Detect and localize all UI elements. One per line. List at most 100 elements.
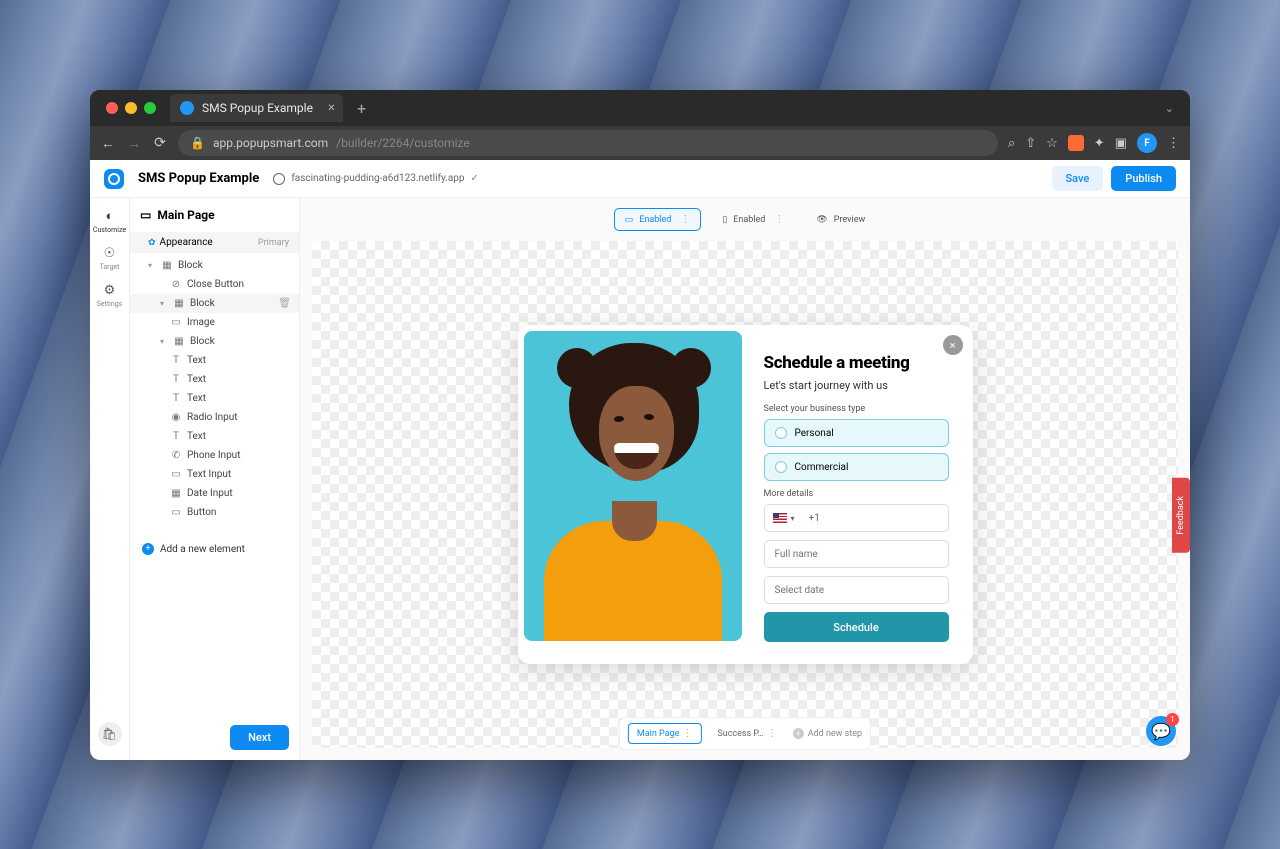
desktop-toggle[interactable]: ▭Enabled⋮ — [614, 208, 702, 231]
window-maximize[interactable] — [144, 102, 156, 114]
image-icon: ▭ — [170, 317, 182, 328]
header-actions: Save Publish — [1052, 166, 1177, 191]
window-minimize[interactable] — [125, 102, 137, 114]
popup-image[interactable] — [524, 331, 742, 641]
add-step-button[interactable]: +Add new step — [793, 728, 862, 739]
chevron-down-icon: ▾ — [148, 261, 156, 270]
tree-radio-input[interactable]: ◉Radio Input — [130, 408, 299, 427]
canvas: ▭Enabled⋮ ▯Enabled⋮ 👁Preview × — [300, 198, 1190, 760]
rail-settings[interactable]: ⚙ Settings — [97, 283, 123, 308]
plus-icon: + — [793, 728, 804, 739]
url-field[interactable]: 🔒 app.popupsmart.com/builder/2264/custom… — [178, 130, 998, 156]
add-element-button[interactable]: + Add a new element — [130, 533, 299, 565]
step-nav: Main Page⋮ Success P…⋮ +Add new step — [619, 717, 871, 750]
forward-icon[interactable]: → — [126, 135, 142, 152]
tree-block[interactable]: ▾▦Block — [130, 256, 299, 275]
settings-icon: ⚙ — [104, 283, 116, 298]
block-icon: ▦ — [173, 336, 185, 347]
url-host: app.popupsmart.com — [213, 136, 328, 150]
menu-icon[interactable]: ⋮ — [1167, 136, 1180, 151]
tree-text[interactable]: TText — [130, 427, 299, 446]
phone-input[interactable]: ▾ — [764, 504, 949, 532]
chevron-down-icon: ▾ — [791, 514, 795, 523]
tree-block[interactable]: ▾▦Block — [130, 332, 299, 351]
person-photo — [524, 331, 742, 641]
chevron-down-icon: ▾ — [160, 299, 168, 308]
rail-target[interactable]: ☉ Target — [100, 246, 120, 271]
popup-subtitle: Let's start journey with us — [764, 379, 949, 392]
tree-text[interactable]: TText — [130, 370, 299, 389]
tree-phone-input[interactable]: ✆Phone Input — [130, 446, 299, 465]
search-icon[interactable]: ⌕ — [1008, 136, 1015, 151]
phone-prefix[interactable] — [803, 513, 948, 524]
tree-date-input[interactable]: ▦Date Input — [130, 484, 299, 503]
extension-icon[interactable] — [1068, 135, 1084, 151]
tabs-dropdown-icon[interactable]: ⌄ — [1159, 102, 1180, 115]
tree-text-input[interactable]: ▭Text Input — [130, 465, 299, 484]
rail-customize-label: Customize — [93, 226, 126, 234]
tree-button[interactable]: ▭Button — [130, 503, 299, 522]
target-icon: ☉ — [104, 246, 116, 261]
chat-button[interactable]: 💬 1 — [1146, 716, 1176, 746]
app-header: SMS Popup Example fascinating-pudding-a6… — [90, 160, 1190, 198]
schedule-button[interactable]: Schedule — [764, 612, 949, 642]
publish-button[interactable]: Publish — [1111, 166, 1176, 191]
profile-avatar[interactable]: F — [1137, 133, 1157, 153]
toolbar-right: ⌕ ⇧ ☆ ✦ ▣ F ⋮ — [1008, 133, 1180, 153]
customize-icon: ◐ — [106, 208, 114, 224]
canvas-toolbar: ▭Enabled⋮ ▯Enabled⋮ 👁Preview — [300, 198, 1190, 241]
block-icon: ▦ — [173, 298, 185, 309]
reload-icon[interactable]: ⟳ — [152, 135, 168, 151]
tree-image[interactable]: ▭Image — [130, 313, 299, 332]
sidebar: ▭ Main Page ✿Appearance Primary ▾▦Block … — [130, 198, 300, 760]
fullname-input[interactable] — [764, 540, 949, 568]
browser-tab[interactable]: SMS Popup Example × — [170, 94, 343, 122]
store-button[interactable]: 🛍 — [98, 722, 122, 746]
extensions-icon[interactable]: ✦ — [1094, 136, 1105, 151]
new-tab-icon[interactable]: + — [351, 99, 372, 118]
chevron-down-icon: ▾ — [160, 337, 168, 346]
close-tab-icon[interactable]: × — [328, 101, 335, 116]
rail-customize[interactable]: ◐ Customize — [93, 208, 126, 234]
delete-icon[interactable]: 🗑 — [278, 298, 291, 309]
step-main-page[interactable]: Main Page⋮ — [628, 723, 702, 744]
radio-commercial[interactable]: Commercial — [764, 453, 949, 481]
tree-close-button[interactable]: ⊘Close Button — [130, 275, 299, 294]
radio-personal[interactable]: Personal — [764, 419, 949, 447]
appearance-row[interactable]: ✿Appearance Primary — [130, 232, 299, 253]
text-icon: T — [170, 393, 182, 404]
target-domain[interactable]: fascinating-pudding-a6d123.netlify.app ✓ — [273, 173, 479, 185]
step-success-page[interactable]: Success P…⋮ — [709, 724, 784, 743]
more-icon[interactable]: ⋮ — [767, 728, 777, 739]
radio-icon — [775, 461, 787, 473]
plus-icon: + — [142, 543, 154, 555]
tree-text[interactable]: TText — [130, 389, 299, 408]
preview-button[interactable]: 👁Preview — [805, 208, 876, 231]
tree-text[interactable]: TText — [130, 351, 299, 370]
share-icon[interactable]: ⇧ — [1025, 136, 1036, 151]
more-icon[interactable]: ⋮ — [774, 214, 784, 225]
radio-icon — [775, 427, 787, 439]
back-icon[interactable]: ← — [100, 135, 116, 152]
save-button[interactable]: Save — [1052, 166, 1104, 191]
tree-block-selected[interactable]: ▾▦Block🗑 — [130, 294, 299, 313]
feedback-tab[interactable]: Feedback — [1172, 478, 1190, 553]
next-button[interactable]: Next — [230, 725, 289, 750]
country-select[interactable]: ▾ — [765, 513, 803, 523]
mobile-icon: ▯ — [722, 215, 727, 225]
calendar-icon: ▦ — [170, 488, 182, 499]
panel-icon[interactable]: ▣ — [1115, 136, 1127, 151]
appearance-label: Appearance — [160, 237, 213, 248]
appearance-badge: Primary — [258, 238, 289, 248]
mobile-toggle[interactable]: ▯Enabled⋮ — [711, 208, 795, 231]
domain-text: fascinating-pudding-a6d123.netlify.app — [291, 173, 464, 184]
radio-icon: ◉ — [170, 412, 182, 423]
date-input[interactable] — [764, 576, 949, 604]
more-icon[interactable]: ⋮ — [680, 214, 690, 225]
app-logo-icon[interactable] — [104, 169, 124, 189]
more-icon[interactable]: ⋮ — [682, 728, 692, 739]
bookmark-icon[interactable]: ☆ — [1046, 136, 1058, 151]
window-close[interactable] — [106, 102, 118, 114]
popup-close-button[interactable]: × — [943, 335, 963, 355]
traffic-lights — [100, 102, 162, 114]
